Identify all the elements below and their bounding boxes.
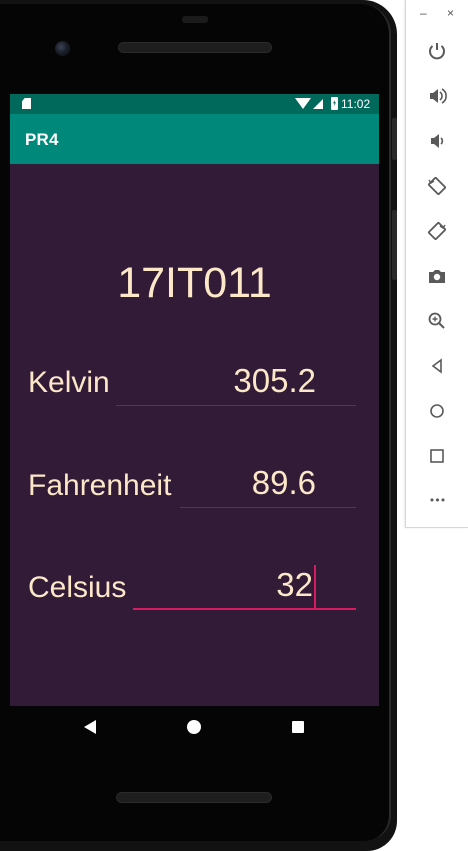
power-side-button[interactable] bbox=[392, 118, 397, 160]
front-camera bbox=[55, 41, 70, 56]
rotate-left-icon[interactable] bbox=[424, 173, 450, 199]
volume-side-button[interactable] bbox=[392, 210, 397, 280]
fahrenheit-value: 89.6 bbox=[251, 464, 316, 501]
nav-home-icon[interactable] bbox=[187, 720, 201, 734]
celsius-input[interactable]: 32 bbox=[133, 560, 356, 610]
more-icon[interactable]: ••• bbox=[424, 488, 450, 514]
close-button[interactable]: × bbox=[447, 6, 454, 20]
celsius-value: 32 bbox=[276, 566, 313, 603]
fahrenheit-input[interactable]: 89.6 bbox=[180, 458, 356, 508]
device-screen: 11:02 PR4 17IT011 Kelvin 305.2 Fahrenhei… bbox=[10, 94, 379, 706]
emulator-toolbar: – × ••• bbox=[405, 0, 468, 528]
top-slot bbox=[182, 16, 208, 23]
back-icon[interactable] bbox=[424, 353, 450, 379]
text-cursor bbox=[314, 565, 316, 610]
kelvin-label: Kelvin bbox=[28, 366, 110, 399]
wifi-icon bbox=[295, 98, 311, 109]
kelvin-value: 305.2 bbox=[233, 362, 316, 399]
sd-card-icon bbox=[22, 98, 31, 109]
page-heading: 17IT011 bbox=[117, 259, 272, 307]
zoom-icon[interactable] bbox=[424, 308, 450, 334]
status-bar: 11:02 bbox=[10, 94, 379, 114]
volume-up-icon[interactable] bbox=[424, 83, 450, 109]
bottom-speaker bbox=[116, 792, 272, 803]
power-icon[interactable] bbox=[424, 38, 450, 64]
app-title: PR4 bbox=[25, 130, 59, 149]
kelvin-input[interactable]: 305.2 bbox=[116, 356, 356, 406]
minimize-button[interactable]: – bbox=[420, 6, 427, 20]
home-icon[interactable] bbox=[424, 398, 450, 424]
fahrenheit-label: Fahrenheit bbox=[28, 469, 172, 502]
nav-recents-icon[interactable] bbox=[292, 721, 304, 733]
signal-icon bbox=[313, 99, 323, 109]
battery-icon bbox=[331, 97, 338, 110]
converter-content: 17IT011 Kelvin 305.2 Fahrenheit 89.6 Cel… bbox=[10, 164, 379, 706]
overview-icon[interactable] bbox=[424, 443, 450, 469]
top-speaker bbox=[118, 42, 272, 53]
celsius-label: Celsius bbox=[28, 571, 127, 604]
volume-down-icon[interactable] bbox=[424, 128, 450, 154]
status-time: 11:02 bbox=[341, 97, 371, 111]
nav-back-icon[interactable] bbox=[84, 720, 96, 734]
rotate-right-icon[interactable] bbox=[424, 218, 450, 244]
app-bar: PR4 bbox=[10, 114, 379, 164]
camera-icon[interactable] bbox=[424, 263, 450, 289]
navigation-bar bbox=[10, 706, 379, 748]
